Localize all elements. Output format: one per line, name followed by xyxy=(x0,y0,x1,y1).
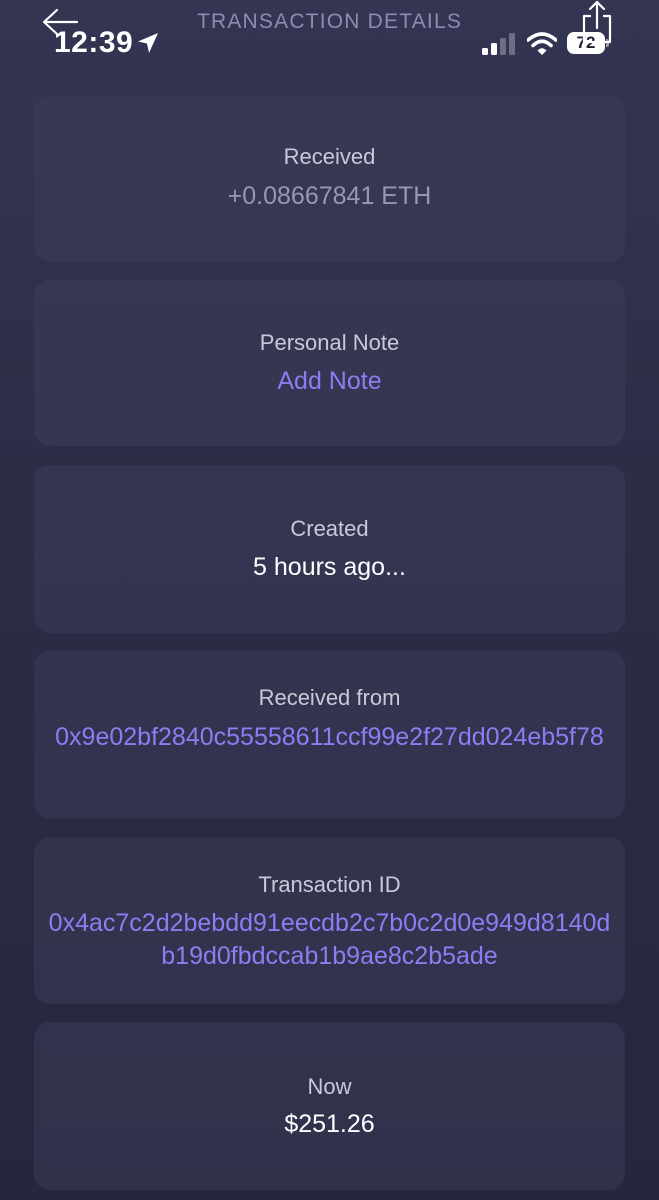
created-card: Created 5 hours ago... xyxy=(34,465,625,633)
received-amount-card: Received +0.08667841 ETH xyxy=(34,96,625,262)
now-value: $251.26 xyxy=(284,1110,375,1138)
received-from-label: Received from xyxy=(258,685,401,710)
received-from-card: Received from 0x9e02bf2840c55558611ccf99… xyxy=(34,651,625,819)
current-value-card: Now $251.26 xyxy=(34,1022,625,1190)
transaction-id-card: Transaction ID 0x4ac7c2d2bebdd91eecdb2c7… xyxy=(34,837,625,1004)
add-note-button[interactable]: Add Note xyxy=(34,365,625,398)
received-label: Received xyxy=(283,144,376,169)
sender-address-link[interactable]: 0x9e02bf2840c55558611ccf99e2f27dd024eb5f… xyxy=(34,721,625,754)
received-amount-value: +0.08667841 ETH xyxy=(227,182,432,210)
created-value: 5 hours ago... xyxy=(253,553,406,581)
personal-note-label: Personal Note xyxy=(259,330,400,355)
personal-note-card: Personal Note Add Note xyxy=(34,280,625,446)
page-title: TRANSACTION DETAILS xyxy=(196,10,463,33)
share-icon[interactable] xyxy=(578,0,616,44)
nav-header: TRANSACTION DETAILS xyxy=(0,0,659,80)
now-label: Now xyxy=(307,1074,352,1099)
created-label: Created xyxy=(290,516,369,541)
transaction-id-label: Transaction ID xyxy=(258,872,401,897)
transaction-id-link[interactable]: 0x4ac7c2d2bebdd91eecdb2c7b0c2d0e949d8140… xyxy=(34,907,625,973)
